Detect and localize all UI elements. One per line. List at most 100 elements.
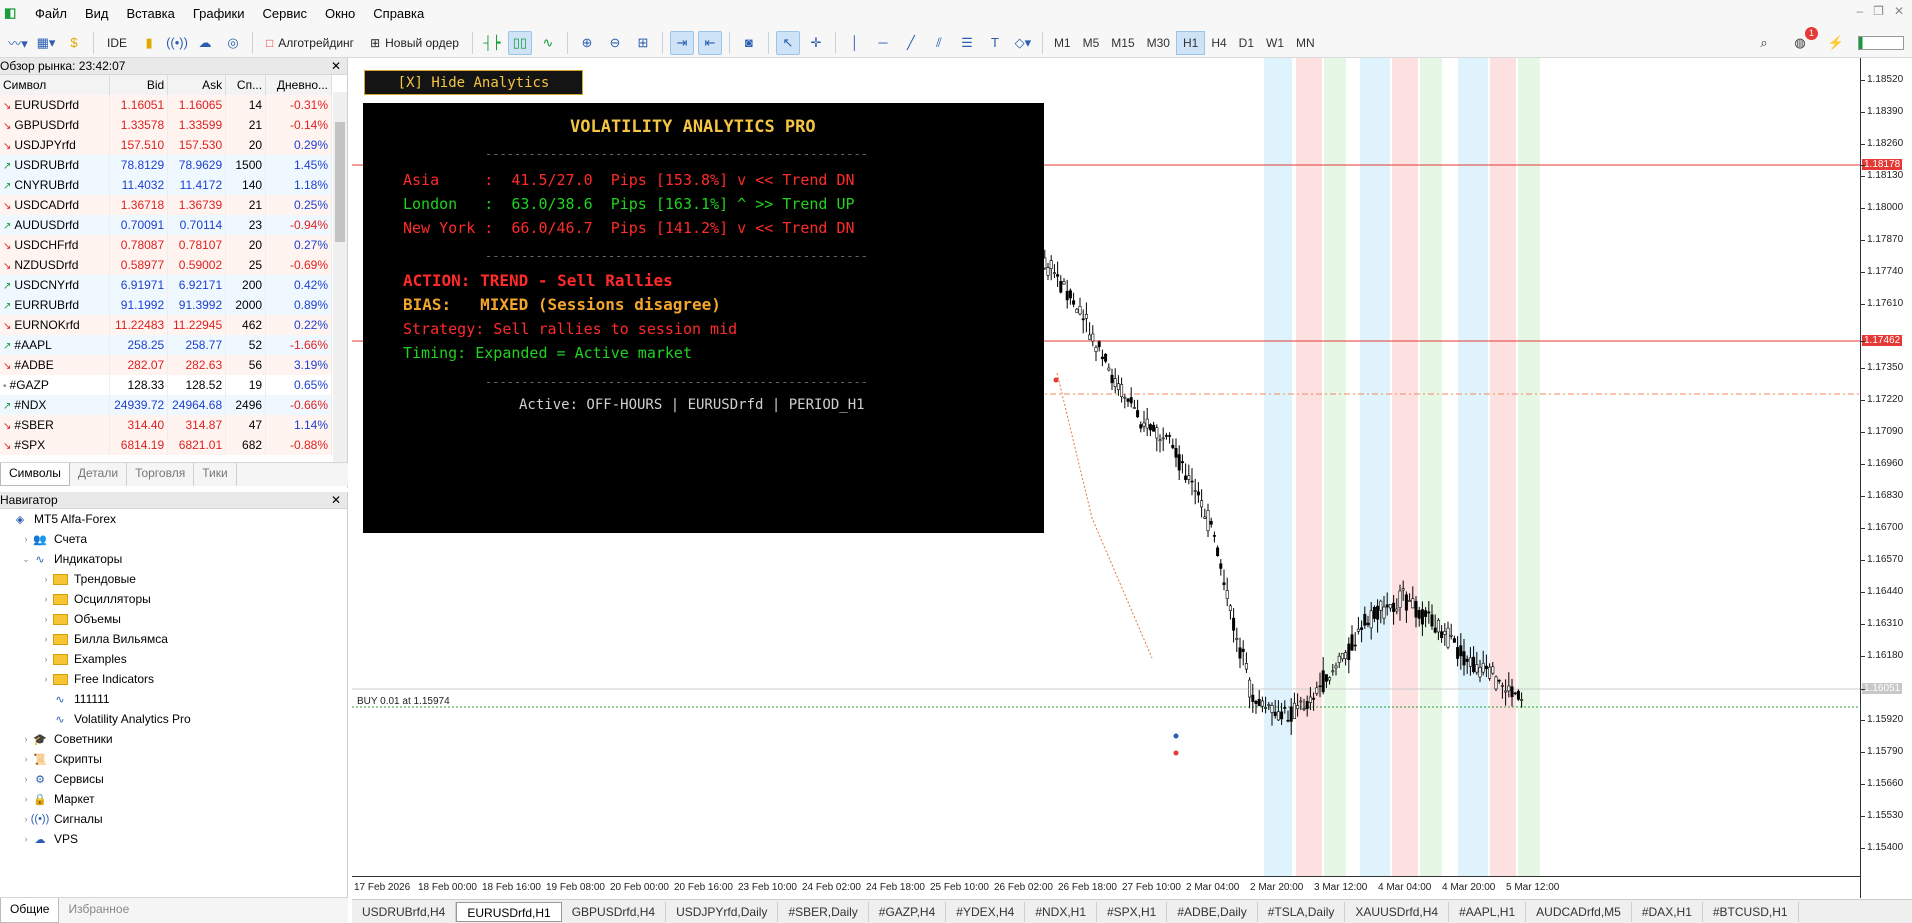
symbol-cell[interactable]: ↘ #SPX [0,435,111,455]
menu-window[interactable]: Окно [316,0,364,28]
navigator-item[interactable]: › ☁ VPS [0,829,347,849]
coin-icon[interactable]: $ [62,31,86,55]
scrollbar-thumb[interactable] [335,122,345,242]
navigator-item[interactable]: ∿ 111111 [0,689,347,709]
symbol-cell[interactable]: ↘ GBPUSDrfd [0,115,111,135]
new-order-button[interactable]: ⊞ Новый ордер [364,31,465,55]
cloud-icon[interactable]: ☁ [193,31,217,55]
chart-type-icon[interactable]: 〰▾ [6,31,30,55]
chart-tab[interactable]: USDRUBrfd,H4 [352,901,457,922]
table-row[interactable]: ↗ EURRUBrfd 91.1992 91.3992 2000 0.89% [0,295,332,315]
navigator-item[interactable]: › 👥 Счета [0,529,347,549]
chart-tab[interactable]: #GAZP,H4 [869,901,947,922]
expand-icon[interactable]: › [40,594,52,604]
symbol-cell[interactable]: ↗ USDRUBrfd [0,155,111,175]
trendline-icon[interactable]: ╱ [899,31,923,55]
tab-favorites[interactable]: Избранное [59,898,138,923]
table-row[interactable]: ↗ #AAPL 258.25 258.77 52 -1.66% [0,335,332,355]
navigator-item[interactable]: ◈ MT5 Alfa-Forex [0,509,347,529]
grid-icon[interactable]: ⊞ [631,31,655,55]
signal-icon[interactable]: ((•)) [165,31,189,55]
timeframe-d1[interactable]: D1 [1233,31,1260,55]
algo-trading-button[interactable]: □ Алготрейдинг [260,31,360,55]
table-row[interactable]: ↘ GBPUSDrfd 1.33578 1.33599 21 -0.14% [0,115,332,135]
expand-icon[interactable]: › [40,654,52,664]
close-icon[interactable]: ✕ [1894,4,1904,18]
chart-tab[interactable]: #SPX,H1 [1097,901,1168,922]
col-symbol[interactable]: Символ [0,75,111,95]
table-row[interactable]: ↗ CNYRUBrfd 11.4032 11.4172 140 1.18% [0,175,332,195]
timeframe-m15[interactable]: M15 [1105,31,1140,55]
autoscroll-icon[interactable]: ⇥ [669,30,694,55]
text-tool-icon[interactable]: T [983,31,1007,55]
table-row[interactable]: ↘ USDJPYrfd 157.510 157.530 20 0.29% [0,135,332,155]
screenshot-icon[interactable]: ◙ [737,31,761,55]
navigator-item[interactable]: › Билла Вильямса [0,629,347,649]
connection-icon[interactable]: ⚡ [1824,31,1848,55]
tab-trading[interactable]: Торговля [127,463,195,486]
menu-help[interactable]: Справка [364,0,433,28]
symbol-cell[interactable]: ↗ CNYRUBrfd [0,175,111,195]
symbol-cell[interactable]: ↘ #ADBE [0,355,111,375]
templates-icon[interactable]: ▦▾ [34,31,58,55]
expand-icon[interactable]: › [20,774,32,784]
symbol-cell[interactable]: ↘ EURUSDrfd [0,95,111,115]
channel-icon[interactable]: ⫽ [927,31,951,55]
navigator-item[interactable]: › Осцилляторы [0,589,347,609]
expand-icon[interactable]: › [20,834,32,844]
table-row[interactable]: ↗ #NDX 24939.72 24964.68 2496 -0.66% [0,395,332,415]
chart-tab[interactable]: GBPUSDrfd,H4 [562,901,667,922]
symbol-cell[interactable]: • #GAZP [0,375,111,395]
timeframe-w1[interactable]: W1 [1260,31,1290,55]
chart-tab[interactable]: #SBER,Daily [778,901,869,922]
table-row[interactable]: ↘ #SBER 314.40 314.87 47 1.14% [0,415,332,435]
table-row[interactable]: ↘ EURNOKrfd 11.22483 11.22945 462 0.22% [0,315,332,335]
timeframe-h4[interactable]: H4 [1205,31,1232,55]
chart-tab[interactable]: #TSLA,Daily [1258,901,1346,922]
chart-tab[interactable]: #YDEX,H4 [946,901,1026,922]
horizontal-line-icon[interactable]: ─ [871,31,895,55]
table-row[interactable]: ↘ USDCADrfd 1.36718 1.36739 21 0.25% [0,195,332,215]
col-daily-change[interactable]: Дневно... [265,75,332,95]
bar-chart-icon[interactable]: ┤┝ [480,31,504,55]
time-scale[interactable]: 17 Feb 2026 18 Feb 00:00 18 Feb 16:00 19 Fe… [352,876,1860,898]
timeframe-h1[interactable]: H1 [1175,30,1206,55]
timeframe-mn[interactable]: MN [1290,31,1321,55]
navigator-item[interactable]: ∿ Volatility Analytics Pro [0,709,347,729]
timeframe-m5[interactable]: M5 [1077,31,1106,55]
expand-icon[interactable]: › [20,534,32,544]
market-watch-scrollbar[interactable] [333,92,347,482]
navigator-item[interactable]: › 🎓 Советники [0,729,347,749]
col-ask[interactable]: Ask [167,75,227,95]
symbol-cell[interactable]: ↘ USDCADrfd [0,195,111,215]
symbol-cell[interactable]: ↘ NZDUSDrfd [0,255,111,275]
expand-icon[interactable]: › [40,614,52,624]
ide-button[interactable]: IDE [101,31,133,55]
chart-tab[interactable]: AUDCADrfd,M5 [1526,901,1632,922]
menu-file[interactable]: Файл [26,0,76,28]
timeframe-m30[interactable]: M30 [1141,31,1176,55]
symbol-cell[interactable]: ↗ #NDX [0,395,111,415]
menu-charts[interactable]: Графики [184,0,254,28]
table-row[interactable]: ↗ USDRUBrfd 78.8129 78.9629 1500 1.45% [0,155,332,175]
expand-icon[interactable]: › [40,634,52,644]
table-row[interactable]: ↗ AUDUSDrfd 0.70091 0.70114 23 -0.94% [0,215,332,235]
chart-tab[interactable]: #AAPL,H1 [1449,901,1527,922]
table-row[interactable]: ↘ EURUSDrfd 1.16051 1.16065 14 -0.31% [0,95,332,115]
table-row[interactable]: ↘ #ADBE 282.07 282.63 56 3.19% [0,355,332,375]
line-chart-icon[interactable]: ∿ [536,31,560,55]
chart-tab[interactable]: #ADBE,Daily [1167,901,1258,922]
expand-icon[interactable]: › [20,754,32,764]
symbol-cell[interactable]: ↗ #AAPL [0,335,111,355]
symbol-cell[interactable]: ↘ #SBER [0,415,111,435]
expand-icon[interactable]: › [40,674,52,684]
chart-shift-icon[interactable]: ⇤ [697,30,722,55]
tab-symbols[interactable]: Символы [0,463,70,486]
symbol-cell[interactable]: ↘ EURNOKrfd [0,315,111,335]
minimize-icon[interactable]: – [1856,4,1863,18]
tab-ticks[interactable]: Тики [194,463,237,486]
shapes-icon[interactable]: ◇▾ [1011,31,1035,55]
menu-tools[interactable]: Сервис [254,0,317,28]
navigator-item[interactable]: › 🔒 Маркет [0,789,347,809]
notifications-icon[interactable]: ◍ 1 [1788,27,1818,55]
